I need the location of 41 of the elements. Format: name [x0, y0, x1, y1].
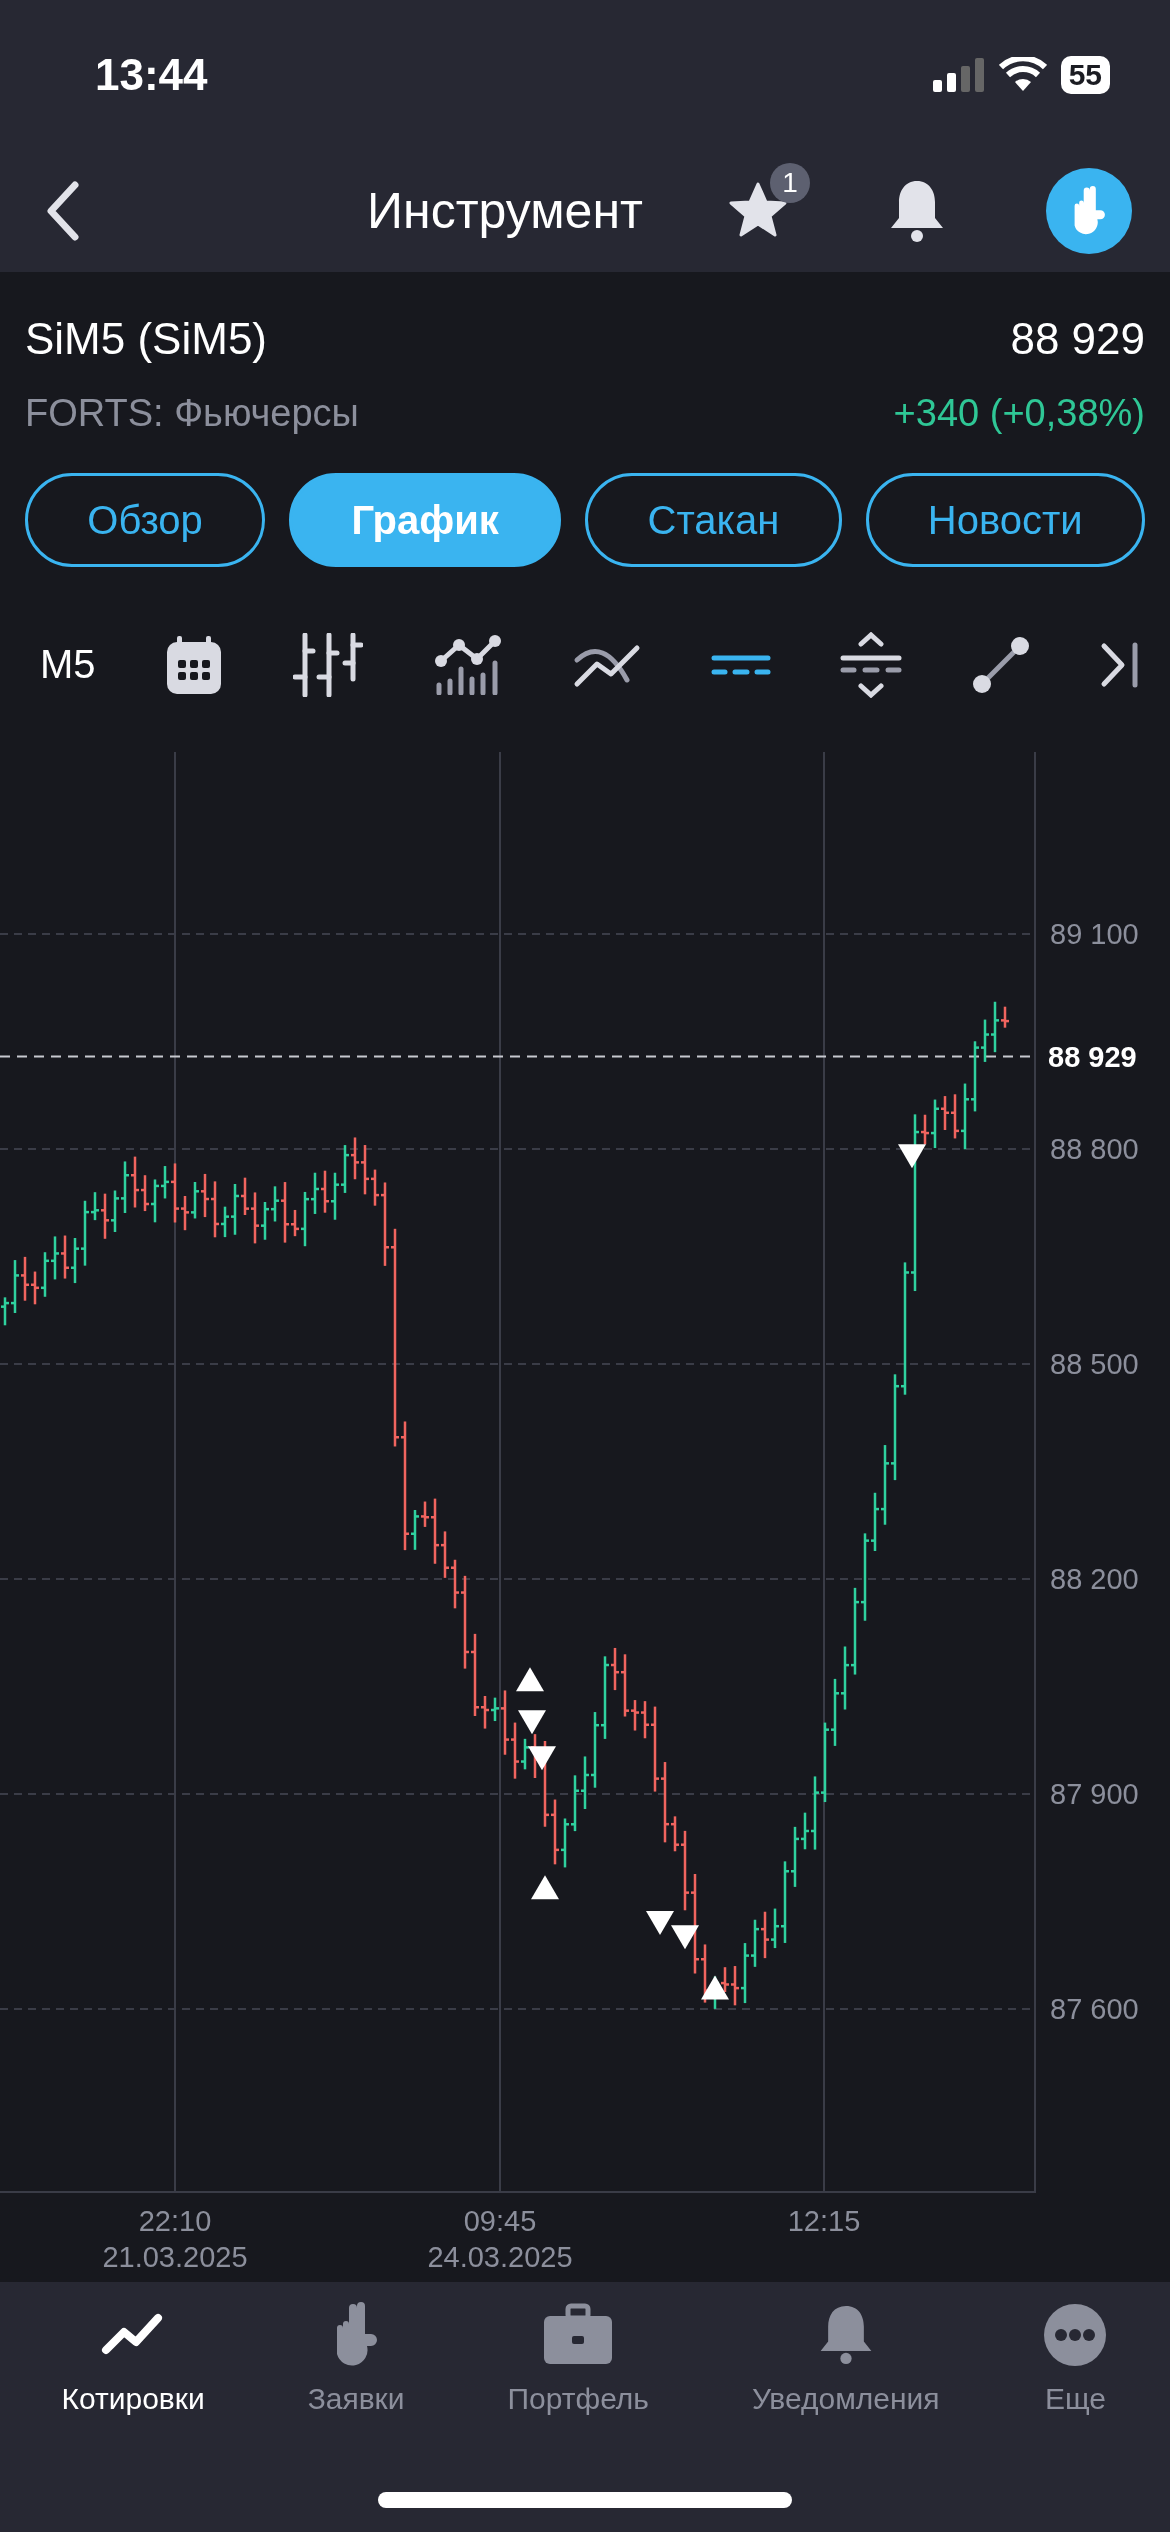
- dashed-lines-icon[interactable]: [710, 653, 771, 676]
- time-axis-label: 22:10: [138, 2204, 212, 2239]
- calendar-icon[interactable]: [165, 633, 224, 696]
- price-axis-label: 87 600: [1050, 1992, 1139, 2026]
- screen-title: Инструмент: [367, 183, 643, 239]
- back-icon[interactable]: [45, 181, 81, 241]
- tab[interactable]: Обзор: [25, 473, 266, 567]
- date-axis-label: 24.03.2025: [427, 2240, 573, 2275]
- tab-bar-item[interactable]: Котировки: [61, 2302, 205, 2416]
- bell-icon[interactable]: [888, 178, 946, 244]
- range-icon[interactable]: [840, 631, 903, 698]
- tab-bar-item[interactable]: Еще: [1042, 2302, 1109, 2416]
- wifi-icon: [998, 57, 1047, 93]
- date-axis-label: 21.03.2025: [102, 2240, 248, 2275]
- tab-bar-item[interactable]: Уведомления: [751, 2302, 940, 2416]
- battery-level: 55: [1060, 56, 1110, 94]
- last-price: 88 929: [1010, 314, 1145, 364]
- scroll-to-end-icon[interactable]: [1099, 641, 1140, 688]
- price-axis-label: 88 200: [1050, 1562, 1139, 1596]
- price-axis-label: 89 100: [1050, 917, 1139, 951]
- price-axis-label: 88 500: [1050, 1347, 1139, 1381]
- time-axis-label: 09:45: [463, 2204, 537, 2239]
- tab[interactable]: Стакан: [585, 473, 842, 567]
- signal-icon: [932, 58, 985, 92]
- favorites-badge: 1: [770, 163, 810, 203]
- market-name: FORTS: Фьючерсы: [25, 392, 359, 435]
- tab[interactable]: Новости: [865, 473, 1145, 567]
- tab-bar-item[interactable]: Портфель: [507, 2302, 649, 2416]
- tab-bar-item[interactable]: Заявки: [307, 2302, 405, 2416]
- price-axis-label: 88 800: [1050, 1132, 1139, 1166]
- bars-icon[interactable]: [293, 632, 364, 697]
- indicators-icon[interactable]: [432, 634, 503, 695]
- more-icon: [1042, 2302, 1109, 2368]
- status-time: 13:44: [95, 50, 208, 100]
- price-change: +340 (+0,38%): [893, 392, 1145, 435]
- price-axis-label: 87 900: [1050, 1777, 1139, 1811]
- current-price-label: 88 929: [1048, 1040, 1137, 1074]
- time-axis-label: 12:15: [787, 2204, 861, 2239]
- timeframe-selector[interactable]: M5: [40, 642, 96, 687]
- instrument-name: SiM5 (SiM5): [25, 314, 268, 364]
- line-tool-icon[interactable]: [972, 635, 1031, 694]
